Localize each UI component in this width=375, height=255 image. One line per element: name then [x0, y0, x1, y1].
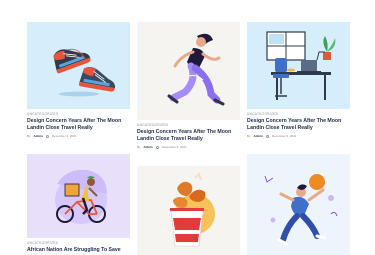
post-byline: By Admin December 3, 2021 — [247, 134, 350, 138]
by-label: By — [137, 145, 141, 150]
post-thumbnail[interactable] — [247, 22, 350, 109]
fried-chicken-bucket-illustration-icon — [137, 166, 240, 255]
post-author[interactable]: Admin — [34, 134, 43, 138]
post-byline: By Admin December 3, 2021 — [27, 134, 130, 138]
post-thumbnail[interactable] — [137, 22, 240, 120]
post-author[interactable]: Admin — [144, 145, 153, 149]
delivery-cyclist-illustration-icon — [27, 154, 130, 238]
post-thumbnail[interactable] — [27, 22, 130, 109]
post-byline: By Admin December 3, 2021 — [137, 145, 240, 149]
post-title[interactable]: Design Concern Years After The Moon Land… — [247, 118, 350, 131]
clock-icon — [265, 134, 269, 138]
post-title[interactable]: Design Concern Years After The Moon Land… — [137, 129, 240, 142]
post-category[interactable]: Uncategorized — [137, 123, 240, 127]
post-category[interactable]: Uncategorized — [247, 112, 350, 116]
post-title-line-1[interactable]: Design Concern Years After The Moon — [27, 118, 130, 125]
post-title-line-1[interactable]: Design Concern Years After The Moon — [247, 118, 350, 125]
clock-icon — [155, 145, 159, 149]
post-date[interactable]: December 3, 2021 — [52, 134, 77, 138]
desk-workspace-illustration-icon — [247, 22, 350, 109]
post-title-line-1[interactable]: African Nation Are Struggling To Save — [27, 247, 130, 254]
post-thumbnail[interactable] — [137, 166, 240, 255]
post-thumbnail[interactable] — [247, 154, 350, 255]
by-label: By — [247, 134, 251, 139]
post-category[interactable]: Uncategorized — [27, 241, 130, 245]
post-title-line-2[interactable]: Landin Close Travel Really — [27, 125, 130, 132]
post-title[interactable]: Design Concern Years After The Moon Land… — [27, 118, 130, 131]
post-category[interactable]: Uncategorized — [27, 112, 130, 116]
jumping-person-illustration-icon — [247, 154, 350, 255]
post-title-line-2[interactable]: Landin Close Travel Really — [137, 136, 240, 143]
running-shoes-illustration-icon — [27, 22, 130, 109]
post-date[interactable]: December 3, 2021 — [162, 145, 187, 149]
post-date[interactable]: December 3, 2021 — [272, 134, 297, 138]
post-author[interactable]: Admin — [254, 134, 263, 138]
by-label: By — [27, 134, 31, 139]
runner-illustration-icon — [137, 22, 240, 120]
clock-icon — [45, 134, 49, 138]
post-thumbnail[interactable] — [27, 154, 130, 238]
post-title-line-1[interactable]: Design Concern Years After The Moon — [137, 129, 240, 136]
post-title[interactable]: African Nation Are Struggling To Save — [27, 247, 130, 254]
post-title-line-2[interactable]: Landin Close Travel Really — [247, 125, 350, 132]
